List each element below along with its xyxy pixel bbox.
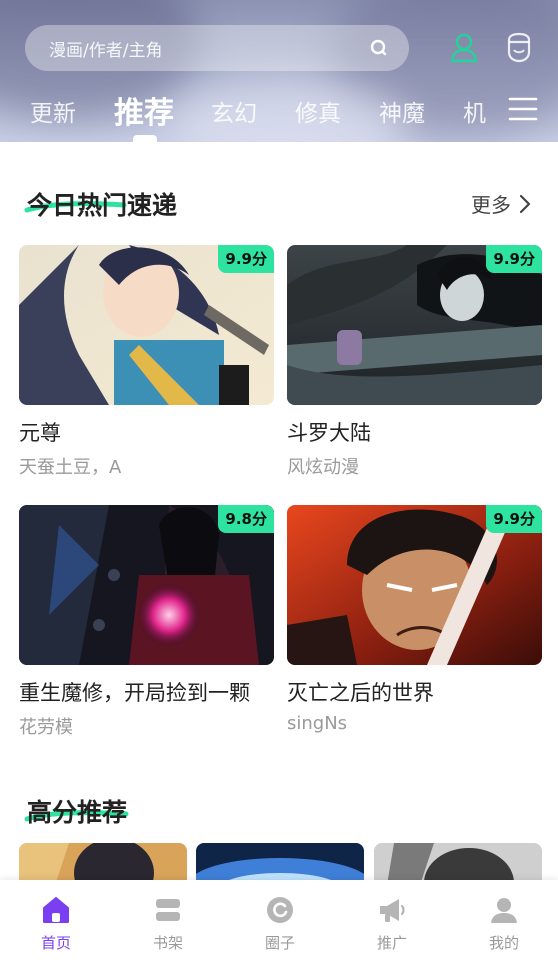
nav-profile[interactable]: 我的 <box>448 880 558 962</box>
section-title-high-score: 高分推荐 <box>27 798 128 827</box>
comic-cover[interactable]: 9.9分 <box>287 505 542 665</box>
search-bar[interactable]: 漫画/作者/主角 <box>25 25 409 71</box>
comic-author: 花劳模 <box>19 717 73 738</box>
nav-label: 推广 <box>376 934 407 952</box>
score-badge: 9.9分 <box>486 505 542 533</box>
more-label: 更多 <box>471 193 511 217</box>
comic-title[interactable]: 重生魔修，开局捡到一颗 <box>19 677 279 707</box>
nav-label: 书架 <box>152 934 183 952</box>
user-icon[interactable] <box>447 30 481 64</box>
bottom-nav: 首页 书架 圈子 推广 我的 <box>0 880 558 962</box>
comic-card[interactable]: 9.9分 灭亡之后的世界 singNs <box>287 505 542 734</box>
tab-recommend[interactable]: 推荐 <box>114 88 174 132</box>
tab-mecha[interactable]: 机 <box>463 94 486 128</box>
nav-label: 我的 <box>488 934 519 952</box>
search-input[interactable]: 漫画/作者/主角 <box>49 36 369 61</box>
face-icon[interactable] <box>502 30 536 64</box>
nav-circle[interactable]: 圈子 <box>224 880 336 962</box>
circle-icon <box>267 897 293 923</box>
nav-promote[interactable]: 推广 <box>336 880 448 962</box>
megaphone-icon <box>380 899 405 922</box>
tab-demon[interactable]: 神魔 <box>379 94 425 128</box>
tab-fantasy[interactable]: 玄幻 <box>211 94 257 128</box>
home-icon <box>43 897 69 923</box>
category-tabs: 更新 推荐 玄幻 修真 神魔 机 <box>0 86 558 136</box>
more-link[interactable]: 更多 <box>471 189 531 218</box>
header: 漫画/作者/主角 更新 推荐 玄幻 修真 神魔 机 <box>0 0 558 142</box>
menu-icon[interactable] <box>508 96 538 122</box>
tab-update[interactable]: 更新 <box>30 94 76 128</box>
comic-author: singNs <box>287 713 348 734</box>
tab-indicator <box>133 135 157 142</box>
comic-card[interactable]: 9.8分 重生魔修，开局捡到一颗 花劳模 <box>19 505 274 738</box>
bookshelf-icon <box>156 899 180 921</box>
nav-home[interactable]: 首页 <box>0 880 112 962</box>
tab-cultivation[interactable]: 修真 <box>295 94 341 128</box>
section-title-hot: 今日热门速递 <box>27 191 178 220</box>
score-badge: 9.9分 <box>486 245 542 273</box>
comic-author: 风炫动漫 <box>287 457 359 478</box>
score-badge: 9.8分 <box>218 505 274 533</box>
comic-title[interactable]: 灭亡之后的世界 <box>287 677 547 707</box>
comic-cover[interactable]: 9.9分 <box>287 245 542 405</box>
comic-card[interactable]: 9.9分 斗罗大陆 风炫动漫 <box>287 245 542 478</box>
comic-title[interactable]: 斗罗大陆 <box>287 417 547 447</box>
comic-cover[interactable]: 9.9分 <box>19 245 274 405</box>
comic-cover[interactable]: 9.8分 <box>19 505 274 665</box>
search-icon[interactable] <box>369 38 389 58</box>
comic-author: 天蚕土豆，A <box>19 457 122 478</box>
app-screen: 漫画/作者/主角 更新 推荐 玄幻 修真 神魔 机 今日热门速递 更多 9.9分… <box>0 0 558 962</box>
chevron-right-icon <box>519 194 531 213</box>
nav-label: 圈子 <box>264 934 295 952</box>
comic-card[interactable]: 9.9分 元尊 天蚕土豆，A <box>19 245 274 478</box>
score-badge: 9.9分 <box>218 245 274 273</box>
nav-bookshelf[interactable]: 书架 <box>112 880 224 962</box>
nav-label: 首页 <box>40 934 71 952</box>
comic-title[interactable]: 元尊 <box>19 417 279 447</box>
profile-icon <box>491 898 517 923</box>
